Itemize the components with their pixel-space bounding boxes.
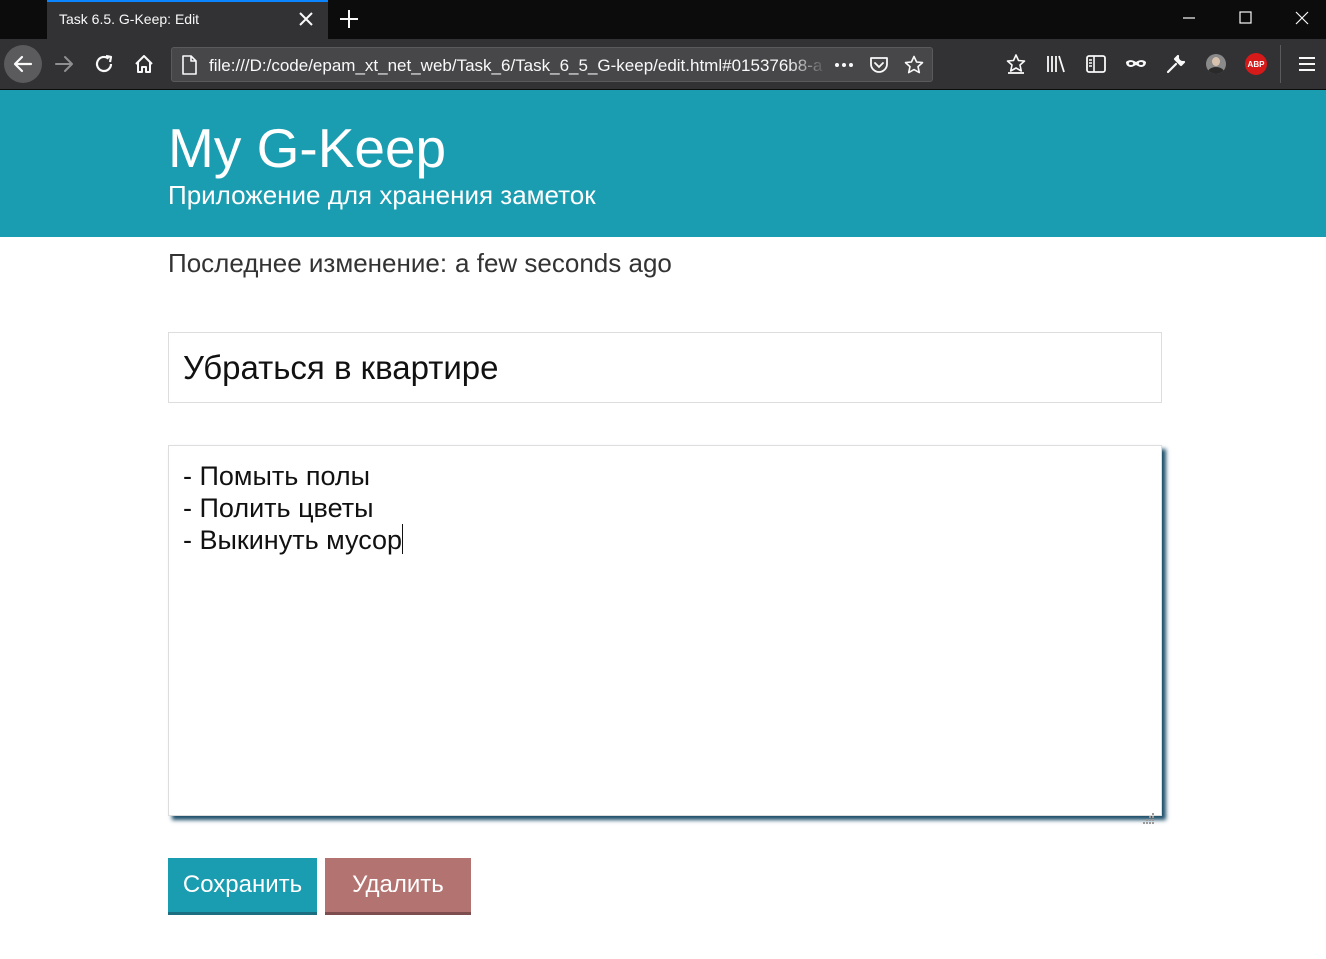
page-header: My G-Keep Приложение для хранения замето…: [0, 90, 1326, 237]
last-modified-label: Последнее изменение:: [168, 248, 448, 278]
note-body-text: - Помыть полы - Полить цветы - Выкинуть …: [183, 461, 403, 555]
page-actions-icon[interactable]: [833, 54, 855, 76]
tab-title: Task 6.5. G-Keep: Edit: [59, 11, 200, 27]
maximize-icon[interactable]: [1218, 0, 1274, 36]
adblock-icon[interactable]: ABP: [1244, 52, 1268, 76]
forward-icon[interactable]: [52, 52, 76, 76]
url-bar[interactable]: file:///D:/code/epam_xt_net_web/Task_6/T…: [171, 47, 933, 82]
home-icon[interactable]: [132, 52, 156, 76]
save-button[interactable]: Сохранить: [168, 858, 317, 915]
close-tab-icon[interactable]: [297, 10, 315, 28]
url-fade: [787, 50, 827, 80]
downloads-icon[interactable]: [1004, 52, 1028, 76]
minimize-icon[interactable]: [1161, 0, 1217, 36]
last-modified-value: a few seconds ago: [455, 248, 672, 278]
navigation-toolbar: file:///D:/code/epam_xt_net_web/Task_6/T…: [0, 39, 1326, 90]
app-subtitle: Приложение для хранения заметок: [168, 180, 596, 210]
app-title: My G-Keep: [168, 117, 447, 179]
text-caret: [402, 524, 404, 554]
note-title-input[interactable]: [168, 332, 1162, 403]
last-modified: Последнее изменение: a few seconds ago: [168, 248, 680, 279]
url-text[interactable]: file:///D:/code/epam_xt_net_web/Task_6/T…: [209, 56, 825, 76]
page-icon[interactable]: [178, 54, 200, 76]
pocket-icon[interactable]: [868, 54, 890, 76]
note-body-textarea[interactable]: - Помыть полы - Полить цветы - Выкинуть …: [168, 445, 1162, 824]
tab-strip: Task 6.5. G-Keep: Edit: [0, 0, 1326, 39]
toolbar-divider: [1280, 45, 1281, 83]
private-mask-icon[interactable]: [1124, 52, 1148, 76]
sidebar-icon[interactable]: [1084, 52, 1108, 76]
close-window-icon[interactable]: [1274, 0, 1326, 36]
library-icon[interactable]: [1044, 52, 1068, 76]
bookmark-star-icon[interactable]: [903, 54, 925, 76]
wrench-icon[interactable]: [1164, 52, 1188, 76]
reload-icon[interactable]: [92, 52, 116, 76]
resize-grip-icon[interactable]: [1143, 799, 1155, 824]
hamburger-menu-icon[interactable]: [1295, 52, 1319, 76]
new-tab-icon[interactable]: [338, 8, 360, 30]
avatar[interactable]: [1204, 52, 1228, 76]
adblock-label: ABP: [1245, 53, 1267, 75]
back-icon[interactable]: [4, 45, 42, 83]
delete-button[interactable]: Удалить: [325, 858, 471, 915]
active-tab[interactable]: Task 6.5. G-Keep: Edit: [47, 0, 328, 39]
